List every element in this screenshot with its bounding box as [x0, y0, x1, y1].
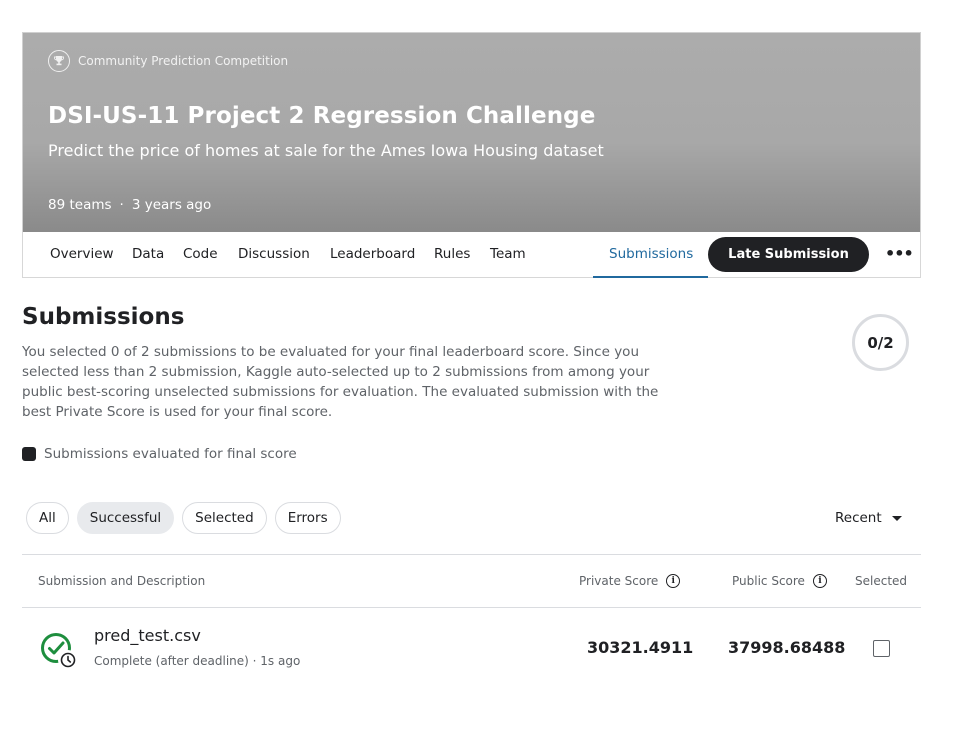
public-score: 37998.68488	[728, 638, 846, 657]
competition-age: 3 years ago	[131, 197, 212, 213]
trophy-icon	[48, 50, 70, 72]
filter-errors[interactable]: Errors	[274, 502, 341, 534]
competition-tabs: Overview Data Code Discussion Leaderboar…	[22, 232, 921, 278]
sort-dropdown[interactable]: Recent	[835, 510, 902, 526]
final-score-legend: Submissions evaluated for final score	[22, 446, 297, 462]
team-count: 89 teams	[48, 197, 112, 213]
header-selected: Selected	[855, 574, 907, 588]
info-icon[interactable]: i	[812, 574, 827, 588]
submissions-description: You selected 0 of 2 submissions to be ev…	[22, 344, 659, 420]
competition-type: Community Prediction Competition	[48, 50, 288, 72]
competition-header: Community Prediction Competition DSI-US-…	[22, 32, 921, 232]
complete-late-icon	[40, 632, 80, 672]
tab-team[interactable]: Team	[490, 246, 526, 262]
submission-status: Complete (after deadline) · 1s ago	[94, 654, 301, 668]
filter-successful[interactable]: Successful	[76, 502, 175, 534]
active-tab-indicator	[593, 276, 708, 278]
select-submission-checkbox[interactable]	[873, 640, 890, 657]
caret-down-icon	[891, 515, 902, 521]
tab-submissions[interactable]: Submissions	[609, 246, 693, 262]
header-selected-label: Selected	[855, 574, 908, 588]
competition-meta: 89 teams · 3 years ago	[48, 197, 211, 213]
competition-type-label: Community Prediction Competition	[78, 54, 289, 68]
info-icon[interactable]: i	[666, 574, 681, 588]
header-public-score: Public Score i	[732, 574, 827, 588]
header-private-label: Private Score	[579, 574, 659, 588]
private-score: 30321.4911	[587, 638, 694, 657]
page-title: Submissions	[22, 304, 185, 330]
filter-selected[interactable]: Selected	[182, 502, 267, 534]
tab-data[interactable]: Data	[132, 246, 164, 262]
filter-all[interactable]: All	[26, 502, 69, 534]
header-public-label: Public Score	[732, 574, 805, 588]
tab-code[interactable]: Code	[183, 246, 218, 262]
legend-label: Submissions evaluated for final score	[44, 446, 297, 462]
table-divider	[22, 554, 921, 555]
header-description-label: Submission and Description	[38, 574, 206, 588]
selected-count-ring: 0/2	[852, 314, 909, 371]
tab-overview[interactable]: Overview	[50, 246, 114, 262]
competition-subtitle: Predict the price of homes at sale for t…	[48, 141, 604, 160]
tab-leaderboard[interactable]: Leaderboard	[330, 246, 415, 262]
more-options-icon[interactable]: •••	[885, 244, 914, 263]
tab-rules[interactable]: Rules	[434, 246, 470, 262]
sort-label: Recent	[835, 510, 882, 526]
competition-title: DSI-US-11 Project 2 Regression Challenge	[48, 103, 596, 129]
table-divider	[22, 607, 921, 608]
late-submission-button[interactable]: Late Submission	[708, 237, 869, 272]
submission-filters: All Successful Selected Errors	[26, 502, 341, 534]
header-description: Submission and Description	[38, 574, 205, 588]
tab-discussion[interactable]: Discussion	[238, 246, 310, 262]
header-private-score: Private Score i	[579, 574, 681, 588]
submission-file-name[interactable]: pred_test.csv	[94, 626, 201, 645]
legend-swatch	[22, 447, 36, 461]
meta-separator: ·	[119, 197, 124, 213]
